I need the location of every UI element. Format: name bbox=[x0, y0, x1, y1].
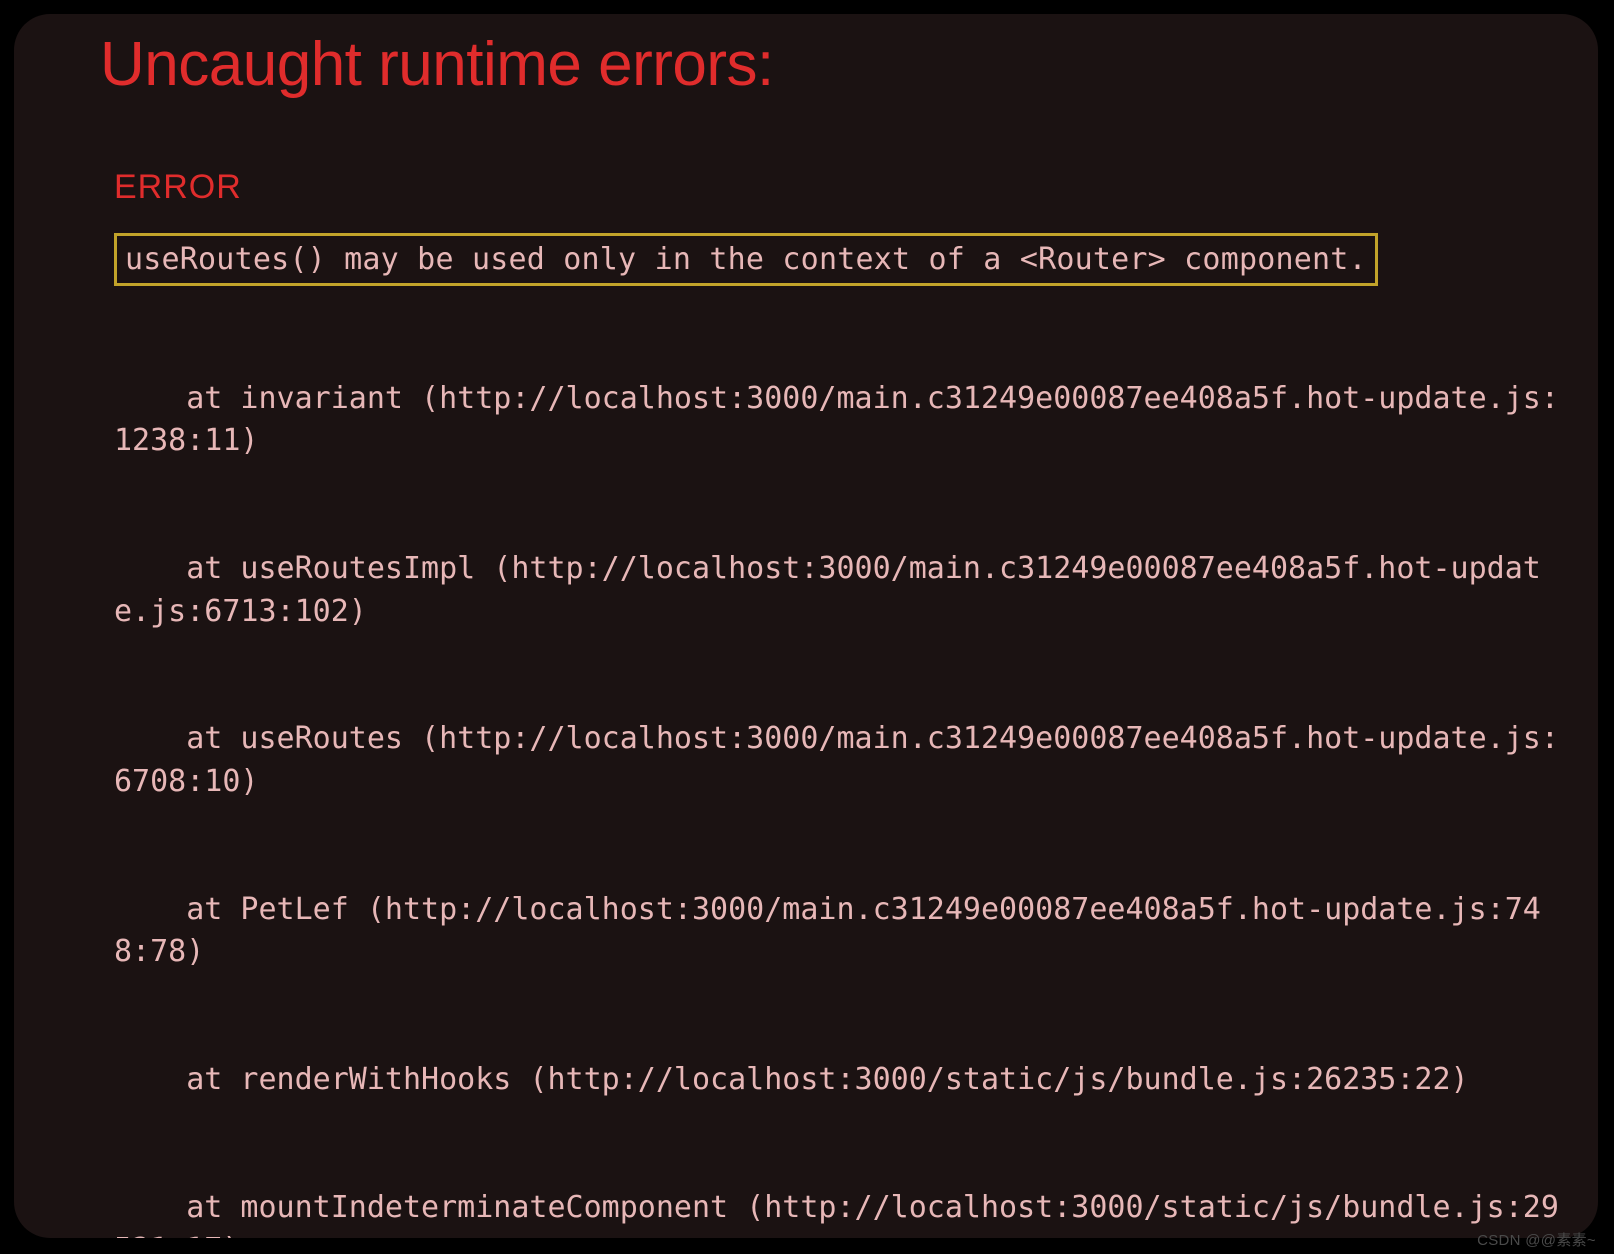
stack-line: at renderWithHooks (http://localhost:300… bbox=[114, 1059, 1568, 1102]
error-message-highlight: useRoutes() may be used only in the cont… bbox=[114, 233, 1378, 286]
error-message-wrapper: useRoutes() may be used only in the cont… bbox=[114, 233, 1514, 286]
stack-line: at PetLef (http://localhost:3000/main.c3… bbox=[114, 889, 1568, 974]
stack-line: at invariant (http://localhost:3000/main… bbox=[114, 378, 1568, 463]
overlay-title: Uncaught runtime errors: bbox=[100, 28, 1598, 102]
stack-trace: at invariant (http://localhost:3000/main… bbox=[14, 292, 1598, 1238]
stack-line: at mountIndeterminateComponent (http://l… bbox=[114, 1187, 1568, 1238]
error-block: ERROR useRoutes() may be used only in th… bbox=[14, 168, 1598, 1238]
error-label: ERROR bbox=[114, 168, 1598, 207]
stack-line: at useRoutes (http://localhost:3000/main… bbox=[114, 718, 1568, 803]
error-message: useRoutes() may be used only in the cont… bbox=[125, 242, 1367, 277]
stack-line: at useRoutesImpl (http://localhost:3000/… bbox=[114, 548, 1568, 633]
watermark: CSDN @@素素~ bbox=[1477, 1229, 1596, 1250]
error-overlay: Uncaught runtime errors: ERROR useRoutes… bbox=[14, 14, 1598, 1238]
